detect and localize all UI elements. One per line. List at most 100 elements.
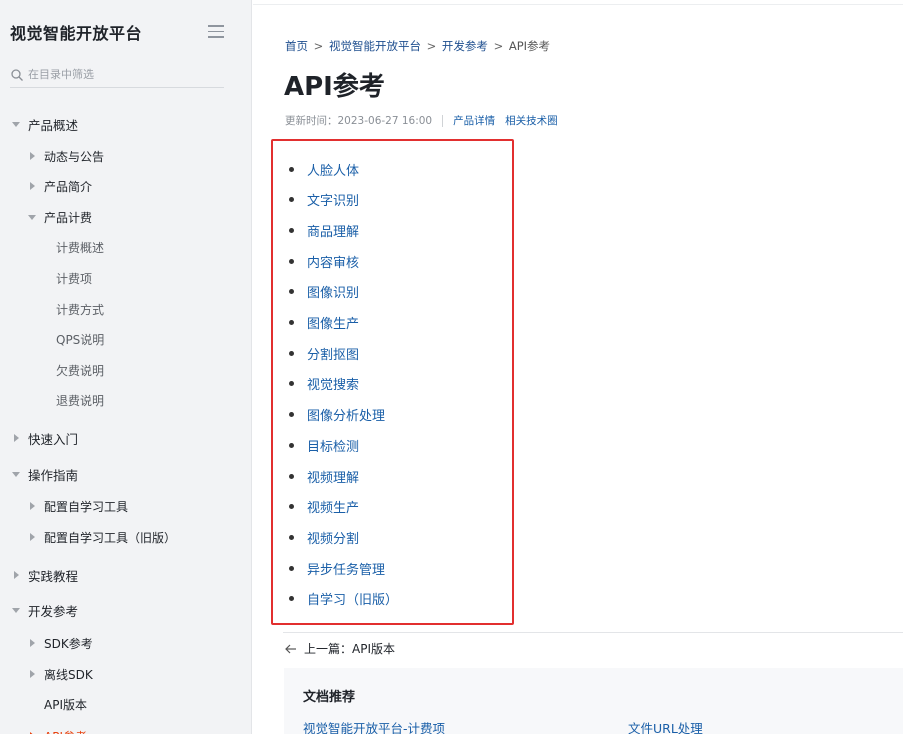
divider (442, 114, 444, 127)
update-time: 更新时间：2023-06-27 16:00 (285, 115, 433, 127)
sidebar-item-label: 动态与公告 (44, 149, 105, 164)
list-item: 图像分析处理 (289, 405, 385, 425)
sidebar-item[interactable]: SDK参考 (0, 633, 93, 653)
sidebar-item[interactable]: API版本 (0, 694, 87, 714)
caret-down-icon[interactable] (10, 118, 22, 130)
api-category-link[interactable]: 文字识别 (307, 190, 359, 209)
sidebar-item[interactable]: 快速入门 (0, 428, 78, 448)
api-category-link[interactable]: 自学习（旧版） (307, 589, 398, 608)
sidebar-item-label: 配置自学习工具（旧版） (44, 530, 177, 545)
caret-right-icon[interactable] (26, 637, 38, 649)
sidebar-item-label: SDK参考 (44, 636, 93, 651)
tech-circle-link[interactable]: 相关技术圈 (505, 113, 558, 128)
sidebar-item-label: 开发参考 (28, 603, 79, 619)
caret-right-icon[interactable] (10, 569, 22, 581)
sidebar-item[interactable]: API参考 (0, 726, 87, 734)
platform-title[interactable]: 视觉智能开放平台 (10, 20, 142, 44)
bullet-icon (289, 504, 294, 510)
api-category-link[interactable]: 视频理解 (307, 467, 359, 486)
list-item: 内容审核 (289, 251, 359, 271)
list-item: 视觉搜索 (289, 374, 359, 394)
breadcrumb-dev-ref[interactable]: 开发参考 (442, 39, 488, 53)
filter-input[interactable] (28, 68, 218, 81)
api-category-link[interactable]: 异步任务管理 (307, 559, 385, 578)
caret-down-icon[interactable] (26, 211, 38, 223)
doc-recommend-panel: 文档推荐 视觉智能开放平台-计费项 文件URL处理 (284, 668, 903, 734)
api-category-link[interactable]: 视频分割 (307, 528, 359, 547)
list-item: 文字识别 (289, 190, 359, 210)
sidebar-item[interactable]: 操作指南 (0, 464, 78, 484)
bullet-icon (289, 473, 294, 479)
bullet-icon (289, 534, 294, 540)
caret-right-icon[interactable] (26, 500, 38, 512)
list-item: 商品理解 (289, 220, 359, 240)
api-category-link[interactable]: 图像生产 (307, 313, 359, 332)
bullet-icon (289, 197, 294, 203)
search-icon (11, 68, 23, 81)
page-meta: 更新时间：2023-06-27 16:00 产品详情 相关技术圈 (285, 113, 568, 128)
bullet-icon (289, 412, 294, 418)
api-category-link[interactable]: 内容审核 (307, 252, 359, 271)
sidebar-item[interactable]: 配置自学习工具（旧版） (0, 527, 176, 547)
caret-right-icon[interactable] (26, 180, 38, 192)
sidebar-item[interactable]: 计费概述 (0, 237, 104, 257)
api-category-link[interactable]: 目标检测 (307, 436, 359, 455)
breadcrumb-home[interactable]: 首页 (285, 39, 308, 53)
prev-article-label: 上一篇：API版本 (304, 642, 395, 656)
divider (253, 4, 903, 5)
sidebar-item[interactable]: 实践教程 (0, 565, 78, 585)
caret-down-icon[interactable] (10, 468, 22, 480)
bullet-icon (289, 565, 294, 571)
bullet-icon (289, 320, 294, 325)
sidebar-item[interactable]: 动态与公告 (0, 146, 104, 166)
breadcrumb: 首页 > 视觉智能开放平台 > 开发参考 > API参考 (285, 38, 550, 54)
breadcrumb-separator: > (493, 39, 504, 53)
sidebar-item[interactable]: 产品概述 (0, 114, 78, 134)
bullet-icon (289, 227, 294, 233)
caret-right-icon[interactable] (26, 668, 38, 680)
sidebar-item[interactable]: 产品计费 (0, 207, 92, 227)
prev-article-link[interactable]: 上一篇：API版本 (285, 640, 395, 657)
api-category-link[interactable]: 分割抠图 (307, 344, 359, 363)
sidebar-item[interactable]: 计费方式 (0, 299, 104, 319)
breadcrumb-separator: > (426, 39, 437, 53)
api-category-link[interactable]: 视频生产 (307, 497, 359, 516)
product-detail-link[interactable]: 产品详情 (453, 113, 495, 128)
api-category-link[interactable]: 视觉搜索 (307, 374, 359, 393)
list-item: 视频理解 (289, 466, 359, 486)
sidebar-item-label: 计费项 (56, 271, 93, 286)
sidebar-item[interactable]: 开发参考 (0, 600, 78, 620)
caret-right-icon[interactable] (26, 531, 38, 543)
caret-right-icon[interactable] (26, 730, 38, 734)
recommend-title: 文档推荐 (303, 690, 356, 705)
list-item: 图像生产 (289, 313, 359, 333)
api-category-link[interactable]: 商品理解 (307, 221, 359, 240)
sidebar-filter[interactable] (10, 62, 224, 88)
sidebar-item-label: 配置自学习工具 (44, 499, 129, 514)
bullet-icon (289, 596, 294, 602)
api-category-link[interactable]: 图像分析处理 (307, 405, 385, 424)
caret-right-icon[interactable] (10, 432, 22, 444)
sidebar-item[interactable]: 退费说明 (0, 390, 104, 410)
sidebar-item[interactable]: 产品简介 (0, 176, 92, 196)
sidebar-item[interactable]: 计费项 (0, 268, 92, 288)
sidebar-item-label: 操作指南 (28, 467, 79, 483)
recommend-link[interactable]: 文件URL处理 (628, 718, 703, 734)
api-category-link[interactable]: 图像识别 (307, 282, 359, 301)
sidebar-item[interactable]: 欠费说明 (0, 360, 104, 380)
list-item: 人脸人体 (289, 159, 359, 179)
divider (283, 632, 903, 633)
sidebar-item-label: 计费概述 (56, 240, 105, 255)
hamburger-menu-icon[interactable] (208, 25, 224, 38)
caret-down-icon[interactable] (10, 604, 22, 616)
sidebar-item[interactable]: 配置自学习工具 (0, 496, 128, 516)
api-category-link[interactable]: 人脸人体 (307, 160, 359, 179)
sidebar-item[interactable]: QPS说明 (0, 329, 104, 349)
sidebar-item-label: 快速入门 (28, 431, 79, 447)
list-item: 异步任务管理 (289, 558, 385, 578)
caret-right-icon[interactable] (26, 150, 38, 162)
list-item: 视频分割 (289, 527, 359, 547)
recommend-link[interactable]: 视觉智能开放平台-计费项 (303, 718, 445, 734)
sidebar-item[interactable]: 离线SDK (0, 664, 93, 684)
breadcrumb-platform[interactable]: 视觉智能开放平台 (329, 39, 421, 53)
